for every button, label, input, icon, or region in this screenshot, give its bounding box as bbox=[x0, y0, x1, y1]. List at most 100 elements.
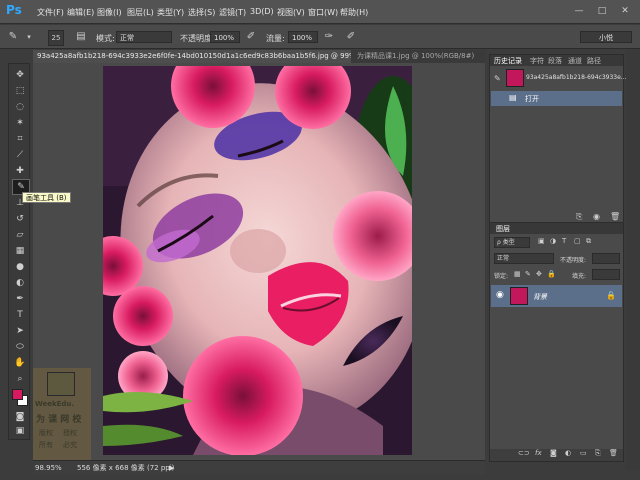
pen-tool-icon[interactable]: ✒ bbox=[12, 292, 28, 306]
new-group-icon[interactable]: ▭ bbox=[580, 449, 587, 457]
minimize-button[interactable]: — bbox=[570, 3, 588, 19]
tab-history[interactable]: 历史记录 bbox=[494, 56, 522, 66]
layers-footer: ⊂⊃ fx ◙ ◐ ▭ ⎘ 🗑 bbox=[490, 449, 623, 461]
layer-style-icon[interactable]: fx bbox=[535, 449, 542, 457]
filter-pixel-icon[interactable]: ▣ bbox=[538, 237, 545, 245]
pressure-size-icon[interactable]: ✐ bbox=[344, 30, 358, 44]
move-tool-icon[interactable]: ✥ bbox=[12, 68, 28, 82]
document-tab-bar: 93a425a8afb1b218-694c3933e2e6f0fe-14bd01… bbox=[33, 50, 485, 63]
brush-size-picker[interactable]: 25 bbox=[48, 30, 64, 46]
airbrush-icon[interactable]: ✑ bbox=[322, 30, 336, 44]
close-window-button[interactable]: ✕ bbox=[616, 3, 634, 19]
type-tool-icon[interactable]: T bbox=[12, 308, 28, 322]
gradient-tool-icon[interactable]: ▦ bbox=[12, 244, 28, 258]
tab-paths[interactable]: 路径 bbox=[587, 56, 601, 66]
mode-select[interactable]: 正常 bbox=[116, 31, 172, 43]
snapshot-label[interactable]: 93a425a8afb1b218-694c3933e... bbox=[526, 74, 627, 81]
menu-select[interactable]: 选择(S) bbox=[188, 7, 215, 18]
history-item-label: 打开 bbox=[525, 95, 539, 103]
history-brush-tool-icon[interactable]: ↺ bbox=[12, 212, 28, 226]
new-layer-icon[interactable]: ⎘ bbox=[595, 449, 601, 458]
menu-edit[interactable]: 编辑(E) bbox=[67, 7, 94, 18]
options-bar: ✎ ▾ 25 ▤ 模式: 正常 不透明度: 100% ✐ 流量: 100% ✑ … bbox=[0, 25, 640, 49]
lock-pixels-icon[interactable]: ✎ bbox=[525, 270, 531, 278]
tab-paragraph[interactable]: 段落 bbox=[548, 56, 562, 66]
watermark-rights-3: 授权 bbox=[63, 429, 77, 437]
trash-icon[interactable]: 🗑 bbox=[610, 212, 620, 221]
document-image[interactable] bbox=[103, 66, 412, 455]
path-selection-tool-icon[interactable]: ➤ bbox=[12, 324, 28, 338]
menu-3d[interactable]: 3D(D) bbox=[250, 7, 274, 16]
history-brush-source-icon[interactable]: ✎ bbox=[494, 74, 501, 83]
portrait-photo bbox=[103, 66, 412, 455]
link-layers-icon[interactable]: ⊂⊃ bbox=[518, 449, 530, 457]
watermark-rights-4: 必究 bbox=[63, 441, 77, 449]
filter-adjustment-icon[interactable]: ◑ bbox=[550, 237, 556, 245]
layer-thumbnail bbox=[510, 287, 528, 305]
dodge-tool-icon[interactable]: ◐ bbox=[12, 276, 28, 290]
tab-channels[interactable]: 通道 bbox=[568, 56, 582, 66]
quick-mask-icon[interactable]: ◙ bbox=[12, 410, 28, 424]
document-info: 556 像素 x 668 像素 (72 ppi) bbox=[77, 464, 175, 472]
filter-shape-icon[interactable]: ▢ bbox=[574, 237, 581, 245]
menu-window[interactable]: 窗口(W) bbox=[308, 7, 338, 18]
adjustment-layer-icon[interactable]: ◐ bbox=[565, 449, 571, 457]
eraser-tool-icon[interactable]: ▱ bbox=[12, 228, 28, 242]
lock-all-icon[interactable]: 🔒 bbox=[547, 270, 556, 278]
camera-icon[interactable]: ◉ bbox=[593, 212, 600, 221]
new-document-from-state-icon[interactable]: ⎘ bbox=[576, 212, 582, 222]
status-menu-arrow-icon[interactable]: ▶ bbox=[169, 461, 174, 475]
pressure-opacity-icon[interactable]: ✐ bbox=[244, 30, 258, 44]
tab-layers[interactable]: 图层 bbox=[496, 224, 510, 234]
zoom-tool-icon[interactable]: ⌕ bbox=[12, 372, 28, 386]
layer-opacity-label: 不透明度: bbox=[560, 257, 587, 264]
maximize-button[interactable]: □ bbox=[593, 3, 611, 19]
tab-document-2[interactable]: 为课精品课1.jpg @ 100%(RGB/8#) bbox=[353, 50, 485, 63]
magic-wand-tool-icon[interactable]: ✶ bbox=[12, 116, 28, 130]
lock-position-icon[interactable]: ✥ bbox=[536, 270, 542, 278]
brush-panel-icon[interactable]: ▤ bbox=[74, 30, 88, 44]
visibility-eye-icon[interactable]: ◉ bbox=[496, 290, 504, 300]
menu-type[interactable]: 类型(Y) bbox=[157, 7, 184, 18]
flow-input[interactable]: 100% bbox=[288, 31, 318, 43]
foreground-color-swatch[interactable] bbox=[12, 389, 23, 400]
tab-character[interactable]: 字符 bbox=[530, 56, 544, 66]
watermark-logo: WeekEdu. 为 课 网 校 版权 所有 授权 必究 bbox=[33, 368, 91, 460]
lock-transparency-icon[interactable]: ▦ bbox=[514, 270, 521, 278]
filter-smart-object-icon[interactable]: ⧉ bbox=[586, 237, 591, 246]
eyedropper-tool-icon[interactable]: ⟋ bbox=[12, 148, 28, 162]
lasso-tool-icon[interactable]: ◌ bbox=[12, 100, 28, 114]
menu-file[interactable]: 文件(F) bbox=[37, 7, 64, 18]
menu-layer[interactable]: 图层(L) bbox=[127, 7, 154, 18]
opacity-input[interactable]: 100% bbox=[210, 31, 240, 43]
snapshot-thumbnail bbox=[506, 69, 524, 87]
layer-name[interactable]: 背景 bbox=[533, 292, 547, 302]
menu-filter[interactable]: 滤镜(T) bbox=[219, 7, 246, 18]
brush-preset-icon[interactable]: ✎ bbox=[6, 30, 20, 44]
screen-mode-icon[interactable]: ▣ bbox=[12, 424, 28, 438]
history-item-open[interactable]: ▤ 打开 bbox=[491, 91, 622, 106]
blur-tool-icon[interactable]: ● bbox=[12, 260, 28, 274]
layer-opacity-input[interactable] bbox=[592, 253, 620, 264]
crop-tool-icon[interactable]: ⌗ bbox=[12, 132, 28, 146]
tab-document-1[interactable]: 93a425a8afb1b218-694c3933e2e6f0fe-14bd01… bbox=[33, 50, 351, 63]
hand-tool-icon[interactable]: ✋ bbox=[12, 356, 28, 370]
shape-tool-icon[interactable]: ⬭ bbox=[12, 340, 28, 354]
filter-type-icon[interactable]: T bbox=[562, 237, 566, 245]
workspace-switcher[interactable]: 小悦 bbox=[580, 31, 632, 43]
layer-row-background[interactable]: ◉ 背景 🔒 bbox=[491, 285, 622, 307]
lock-label: 锁定: bbox=[494, 273, 509, 280]
menu-help[interactable]: 帮助(H) bbox=[340, 7, 368, 18]
add-mask-icon[interactable]: ◙ bbox=[550, 449, 557, 457]
healing-brush-tool-icon[interactable]: ✚ bbox=[12, 164, 28, 178]
zoom-level[interactable]: 98.95% bbox=[35, 461, 62, 475]
layer-fill-input[interactable] bbox=[592, 269, 620, 280]
menu-view[interactable]: 视图(V) bbox=[277, 7, 305, 18]
marquee-tool-icon[interactable]: ⬚ bbox=[12, 84, 28, 98]
right-dock-strip bbox=[626, 50, 640, 470]
layer-filter-select[interactable]: ρ 类型 bbox=[494, 237, 530, 248]
delete-layer-icon[interactable]: 🗑 bbox=[609, 449, 618, 457]
layer-blend-mode-select[interactable]: 正常 bbox=[494, 253, 554, 264]
menu-image[interactable]: 图像(I) bbox=[97, 7, 122, 18]
chevron-down-icon[interactable]: ▾ bbox=[22, 30, 36, 44]
